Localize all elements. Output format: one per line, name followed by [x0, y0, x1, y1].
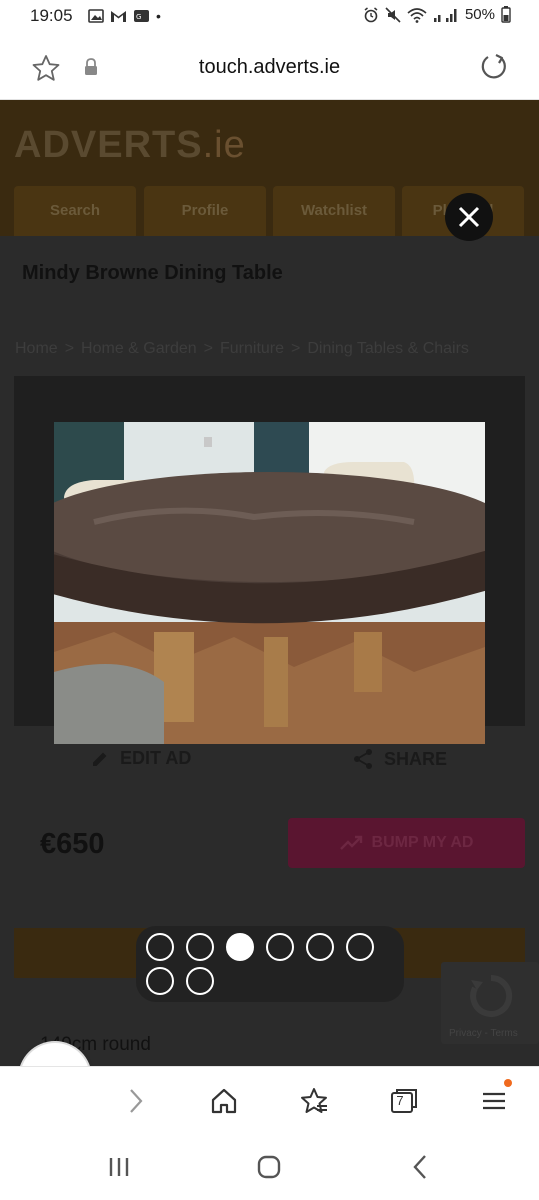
system-back-button[interactable]	[400, 1150, 440, 1184]
pagination-dot[interactable]	[346, 933, 374, 961]
status-bar: 19:05 G • 50%	[0, 0, 539, 34]
bookmarks-star-icon	[301, 1088, 327, 1113]
hamburger-menu-icon	[483, 1092, 505, 1110]
site-logo[interactable]: ADVERTS.ie	[14, 124, 246, 167]
image-pagination	[136, 926, 404, 1002]
bookmarks-button[interactable]	[294, 1081, 334, 1121]
tab-search[interactable]: Search	[14, 186, 136, 236]
pagination-dot[interactable]	[266, 933, 294, 961]
dining-table-photo	[54, 422, 485, 744]
image-icon	[88, 9, 104, 23]
gmail-icon	[111, 10, 126, 22]
trending-up-icon	[339, 835, 362, 850]
breadcrumb-home[interactable]: Home	[15, 340, 58, 357]
lightbox-photo[interactable]	[54, 422, 485, 744]
tab-watchlist[interactable]: Watchlist	[273, 186, 395, 236]
tab-count: 7	[396, 1093, 404, 1108]
recent-apps-button[interactable]	[99, 1150, 139, 1184]
recaptcha-badge[interactable]: Privacy - Terms	[441, 962, 539, 1044]
system-navigation-bar	[0, 1134, 539, 1200]
tab-profile[interactable]: Profile	[144, 186, 266, 236]
recent-apps-icon	[109, 1158, 129, 1176]
pagination-dot[interactable]	[306, 933, 334, 961]
battery-icon	[501, 6, 511, 23]
breadcrumb-dining-tables[interactable]: Dining Tables & Chairs	[307, 340, 469, 357]
battery-percent: 50%	[464, 6, 495, 23]
browser-url-bar: touch.adverts.ie	[0, 34, 539, 100]
pencil-icon	[93, 752, 107, 766]
system-home-icon	[257, 1155, 281, 1179]
page-title: Mindy Browne Dining Table	[22, 262, 283, 284]
share-button[interactable]: SHARE	[352, 748, 447, 770]
pagination-dot[interactable]	[146, 967, 174, 995]
pagination-dot[interactable]	[186, 933, 214, 961]
breadcrumb-separator: >	[64, 340, 75, 357]
pagination-dot[interactable]	[186, 967, 214, 995]
alarm-icon	[364, 6, 378, 22]
home-button[interactable]	[204, 1081, 244, 1121]
breadcrumb-separator: >	[291, 340, 301, 357]
home-icon	[211, 1088, 237, 1114]
breadcrumb: Home > Home & Garden > Furniture > Dining Tabl…	[15, 340, 469, 358]
bank-icon: G	[134, 10, 149, 22]
status-dot: •	[156, 8, 161, 24]
pagination-dot[interactable]	[226, 933, 254, 961]
breadcrumb-home-garden[interactable]: Home & Garden	[81, 340, 197, 357]
recaptcha-icon	[470, 974, 513, 1017]
recaptcha-text: Privacy - Terms	[449, 1028, 518, 1039]
reload-icon[interactable]	[479, 52, 509, 82]
ad-actions: EDIT AD SHARE	[0, 740, 539, 780]
price: €650	[40, 828, 105, 860]
edit-ad-button[interactable]: EDIT AD	[90, 748, 191, 769]
forward-button[interactable]	[116, 1081, 156, 1121]
tabs-button[interactable]: 7	[384, 1081, 424, 1121]
bump-label: BUMP MY AD	[371, 834, 474, 851]
pagination-dot[interactable]	[146, 933, 174, 961]
close-icon	[458, 206, 480, 228]
breadcrumb-furniture[interactable]: Furniture	[220, 340, 284, 357]
system-home-button[interactable]	[249, 1150, 289, 1184]
share-label: SHARE	[384, 748, 448, 769]
chevron-right-icon	[130, 1089, 143, 1113]
back-chevron-icon	[413, 1155, 426, 1179]
share-icon	[354, 749, 372, 769]
wifi-icon	[407, 7, 427, 23]
menu-button[interactable]	[474, 1079, 514, 1121]
status-time: 19:05	[30, 6, 73, 25]
close-lightbox-button[interactable]	[445, 193, 493, 241]
url-text[interactable]: touch.adverts.ie	[0, 56, 539, 79]
edit-ad-label: EDIT AD	[120, 748, 192, 768]
browser-toolbar: 7	[0, 1066, 539, 1134]
mute-icon	[385, 6, 401, 23]
logo-suffix: .ie	[202, 124, 246, 166]
logo-main: ADVERTS	[14, 124, 203, 166]
signal-icon	[433, 8, 457, 22]
svg-text:G: G	[136, 13, 141, 21]
breadcrumb-separator: >	[203, 340, 213, 357]
bump-my-ad-button[interactable]: BUMP MY AD	[288, 818, 525, 868]
notification-dot-icon	[504, 1079, 512, 1087]
